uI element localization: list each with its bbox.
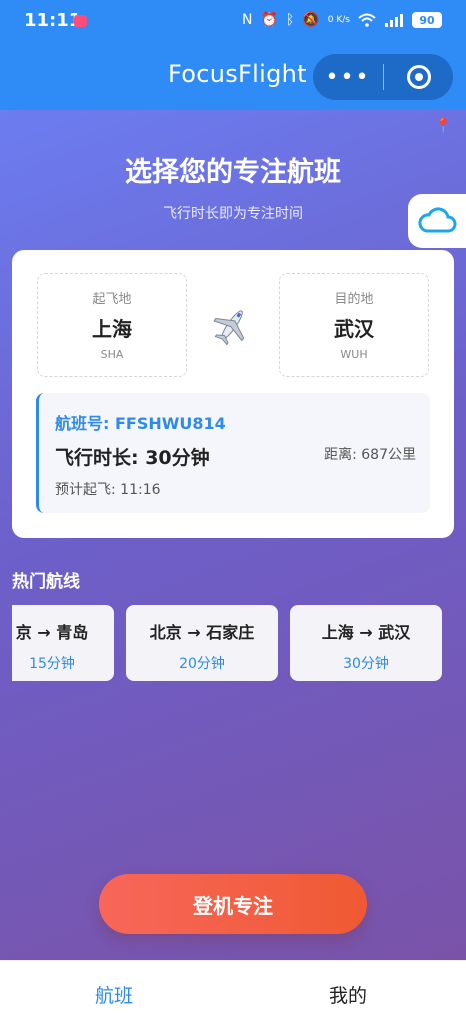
alarm-icon: ⏰ xyxy=(260,12,278,28)
departure-code: SHA xyxy=(100,348,124,361)
arrival-label: 目的地 xyxy=(334,292,374,307)
wifi-icon xyxy=(358,13,376,27)
top-header: 11:11 N ⏰ ᛒ 🔕 0 K/s 90 FocusFlight ••• xyxy=(0,0,466,110)
flight-duration: 飞行时长: 30分钟 xyxy=(55,447,210,469)
pin-icon: 📍 xyxy=(434,118,452,134)
tab-flights[interactable]: 航班 xyxy=(95,981,133,1008)
route-card[interactable]: 北京 → 石家庄 20分钟 xyxy=(126,605,278,681)
route-duration: 20分钟 xyxy=(179,656,225,672)
route-name: 京 → 青岛 xyxy=(15,623,89,642)
nfc-icon: N xyxy=(242,12,253,28)
speed-label: 0 K/s xyxy=(327,15,350,25)
arrival-city: 武汉 xyxy=(334,317,374,341)
hot-routes-list[interactable]: 京 → 青岛 15分钟 北京 → 石家庄 20分钟 上海 → 武汉 30分钟 xyxy=(12,605,454,683)
arrival-city-picker[interactable]: 目的地 武汉 WUH xyxy=(279,273,429,377)
menu-capsule: ••• xyxy=(313,54,453,100)
more-dots-icon[interactable]: ••• xyxy=(313,54,383,100)
route-duration: 15分钟 xyxy=(29,656,75,672)
route-name: 上海 → 武汉 xyxy=(321,623,411,642)
route-card[interactable]: 京 → 青岛 15分钟 xyxy=(12,605,114,681)
departure-label: 起飞地 xyxy=(92,292,132,307)
page-title: 选择您的专注航班 xyxy=(125,157,341,188)
board-focus-button[interactable]: 登机专注 xyxy=(99,874,367,934)
status-icons: N ⏰ ᛒ 🔕 0 K/s 90 xyxy=(242,12,442,28)
mute-icon: 🔕 xyxy=(302,12,320,28)
bluetooth-icon: ᛒ xyxy=(285,12,295,28)
status-bar: 11:11 N ⏰ ᛒ 🔕 0 K/s 90 xyxy=(0,0,466,46)
departure-city: 上海 xyxy=(92,317,132,341)
arrival-code: WUH xyxy=(340,348,368,361)
notification-badge-icon xyxy=(74,15,87,27)
signal-icon xyxy=(385,14,403,27)
page-subtitle: 飞行时长即为专注时间 xyxy=(163,206,303,222)
main-content: 📍 选择您的专注航班 飞行时长即为专注时间 起飞地 上海 SHA 目的地 武汉 … xyxy=(0,110,466,960)
departure-time: 预计起飞: 11:16 xyxy=(55,482,161,498)
flight-distance: 距离: 687公里 xyxy=(324,447,416,463)
departure-city-picker[interactable]: 起飞地 上海 SHA xyxy=(37,273,187,377)
flight-number: 航班号: FFSHWU814 xyxy=(55,414,226,433)
status-time: 11:11 xyxy=(24,10,82,31)
hot-routes-title: 热门航线 xyxy=(12,572,80,592)
route-name: 北京 → 石家庄 xyxy=(149,623,255,642)
tab-mine[interactable]: 我的 xyxy=(329,981,367,1008)
app-title: FocusFlight xyxy=(168,60,307,88)
battery-icon: 90 xyxy=(412,12,442,28)
target-close-icon[interactable] xyxy=(384,54,453,100)
flight-info-panel: 航班号: FFSHWU814 飞行时长: 30分钟 距离: 687公里 预计起飞… xyxy=(36,393,430,513)
route-card[interactable]: 上海 → 武汉 30分钟 xyxy=(290,605,442,681)
route-duration: 30分钟 xyxy=(343,656,389,672)
airplane-icon xyxy=(213,310,245,346)
title-bar: FocusFlight ••• xyxy=(0,48,466,110)
bottom-tab-bar: 航班 我的 xyxy=(0,960,466,1024)
flight-card: 起飞地 上海 SHA 目的地 武汉 WUH 航班号: FFSHWU814 飞行时… xyxy=(12,250,454,538)
